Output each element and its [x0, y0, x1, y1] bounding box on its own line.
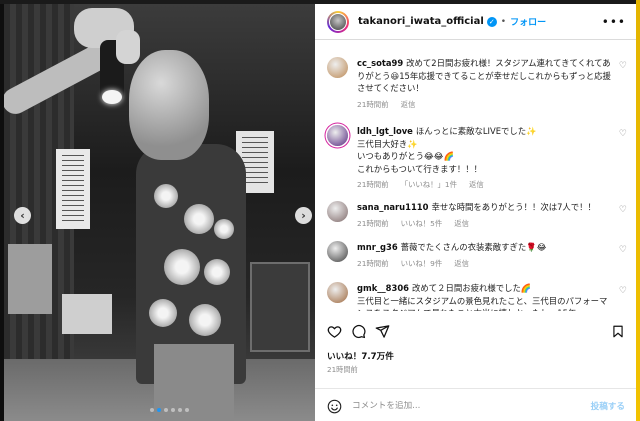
comment-likes[interactable]: 「いいね！」1件 — [401, 180, 457, 189]
equipment-rack — [250, 262, 310, 352]
comment-username[interactable]: cc_sota99 — [357, 58, 403, 68]
equipment-cart — [62, 294, 112, 334]
bookmark-icon[interactable] — [611, 324, 625, 339]
comment-reply[interactable]: 返信 — [401, 100, 416, 109]
more-options-icon[interactable]: ••• — [602, 15, 626, 29]
verified-icon: ✓ — [486, 16, 497, 27]
comment-username[interactable]: ldh_lgt_love — [357, 126, 413, 136]
action-bar — [327, 324, 625, 344]
page-edge — [636, 0, 640, 421]
post-photo[interactable]: ‹ › — [4, 4, 315, 421]
comment-reply[interactable]: 返信 — [469, 180, 484, 189]
comment-time[interactable]: 21時間前 — [357, 259, 389, 268]
staff-hand — [116, 30, 140, 64]
rose-pattern — [154, 184, 178, 208]
comment-avatar[interactable] — [327, 282, 348, 303]
comment-input[interactable] — [352, 401, 552, 411]
comment-reply[interactable]: 返信 — [454, 259, 469, 268]
avatar[interactable] — [327, 10, 349, 33]
rose-pattern — [214, 219, 234, 239]
emoji-icon[interactable] — [327, 399, 342, 414]
setlist-paper — [56, 149, 90, 229]
carousel-dot — [157, 408, 161, 412]
rose-pattern — [184, 204, 214, 234]
device-light — [102, 90, 122, 104]
post-header: takanori_iwata_official ✓ • フォロー ••• — [315, 4, 636, 40]
comment-username[interactable]: mnr_g36 — [357, 242, 398, 252]
post-side-panel: takanori_iwata_official ✓ • フォロー ••• cc_… — [315, 4, 636, 421]
comment-icon[interactable] — [351, 324, 366, 339]
comment-time[interactable]: 21時間前 — [357, 219, 389, 228]
comment-composer: 投稿する — [327, 394, 625, 418]
comment-meta: 21時間前 いいね！9件 返信 — [357, 258, 615, 271]
comment-like-icon[interactable]: ♡ — [619, 245, 627, 255]
comment-likes[interactable]: いいね！9件 — [401, 259, 443, 268]
comments-list[interactable]: cc_sota99 改めて2日間お疲れ様！スタジアム連れてきてくれてありがとう😆1… — [315, 41, 636, 311]
comment-text: 薔薇でたくさんの衣装素敵すぎた🌹😂 — [400, 242, 547, 252]
comment-avatar[interactable] — [327, 125, 348, 146]
carousel-dot — [150, 408, 154, 412]
carousel-dot — [164, 408, 168, 412]
comment-time[interactable]: 21時間前 — [357, 180, 389, 189]
post-comment-button[interactable]: 投稿する — [591, 400, 625, 412]
comment-text: 幸せな時間をありがとう！！次は7人で！！ — [431, 202, 596, 212]
comment-like-icon[interactable]: ♡ — [619, 286, 627, 296]
rose-pattern — [149, 299, 177, 327]
comment-meta: 21時間前 いいね！5件 返信 — [357, 218, 615, 231]
carousel-dot — [178, 408, 182, 412]
carousel-dot — [171, 408, 175, 412]
rose-pattern — [164, 249, 200, 285]
heart-icon[interactable] — [327, 324, 342, 339]
comment-avatar[interactable] — [327, 201, 348, 222]
post-time[interactable]: 21時間前 — [327, 365, 358, 375]
carousel-dot — [185, 408, 189, 412]
comment-avatar[interactable] — [327, 241, 348, 262]
comment-username[interactable]: sana_naru1110 — [357, 202, 428, 212]
share-icon[interactable] — [375, 324, 390, 339]
comment-username[interactable]: gmk__8306 — [357, 283, 409, 293]
divider — [315, 388, 636, 389]
likes-count[interactable]: いいね！7.7万件 — [327, 350, 394, 362]
comment-like-icon[interactable]: ♡ — [619, 129, 627, 139]
rose-pattern — [189, 304, 221, 336]
comment-reply[interactable]: 返信 — [454, 219, 469, 228]
carousel-prev-button[interactable]: ‹ — [14, 207, 31, 224]
comment-like-icon[interactable]: ♡ — [619, 61, 627, 71]
instagram-post-modal: ‹ › takanori_iwata_official ✓ • フォロー •••… — [0, 0, 640, 421]
follow-button[interactable]: フォロー — [510, 15, 546, 28]
carousel-next-button[interactable]: › — [295, 207, 312, 224]
equipment-case — [8, 244, 52, 314]
comment-likes[interactable]: いいね！5件 — [401, 219, 443, 228]
performer-head — [129, 50, 209, 160]
rose-pattern — [204, 259, 230, 285]
comment-like-icon[interactable]: ♡ — [619, 205, 627, 215]
comment-time[interactable]: 21時間前 — [357, 100, 389, 109]
comment-meta: 21時間前 返信 — [357, 99, 615, 112]
comment-avatar[interactable] — [327, 57, 348, 78]
username[interactable]: takanori_iwata_official — [358, 16, 484, 27]
separator-dot: • — [500, 16, 507, 27]
comment-meta: 21時間前 「いいね！」1件 返信 — [357, 179, 615, 192]
carousel-dots — [150, 408, 189, 412]
